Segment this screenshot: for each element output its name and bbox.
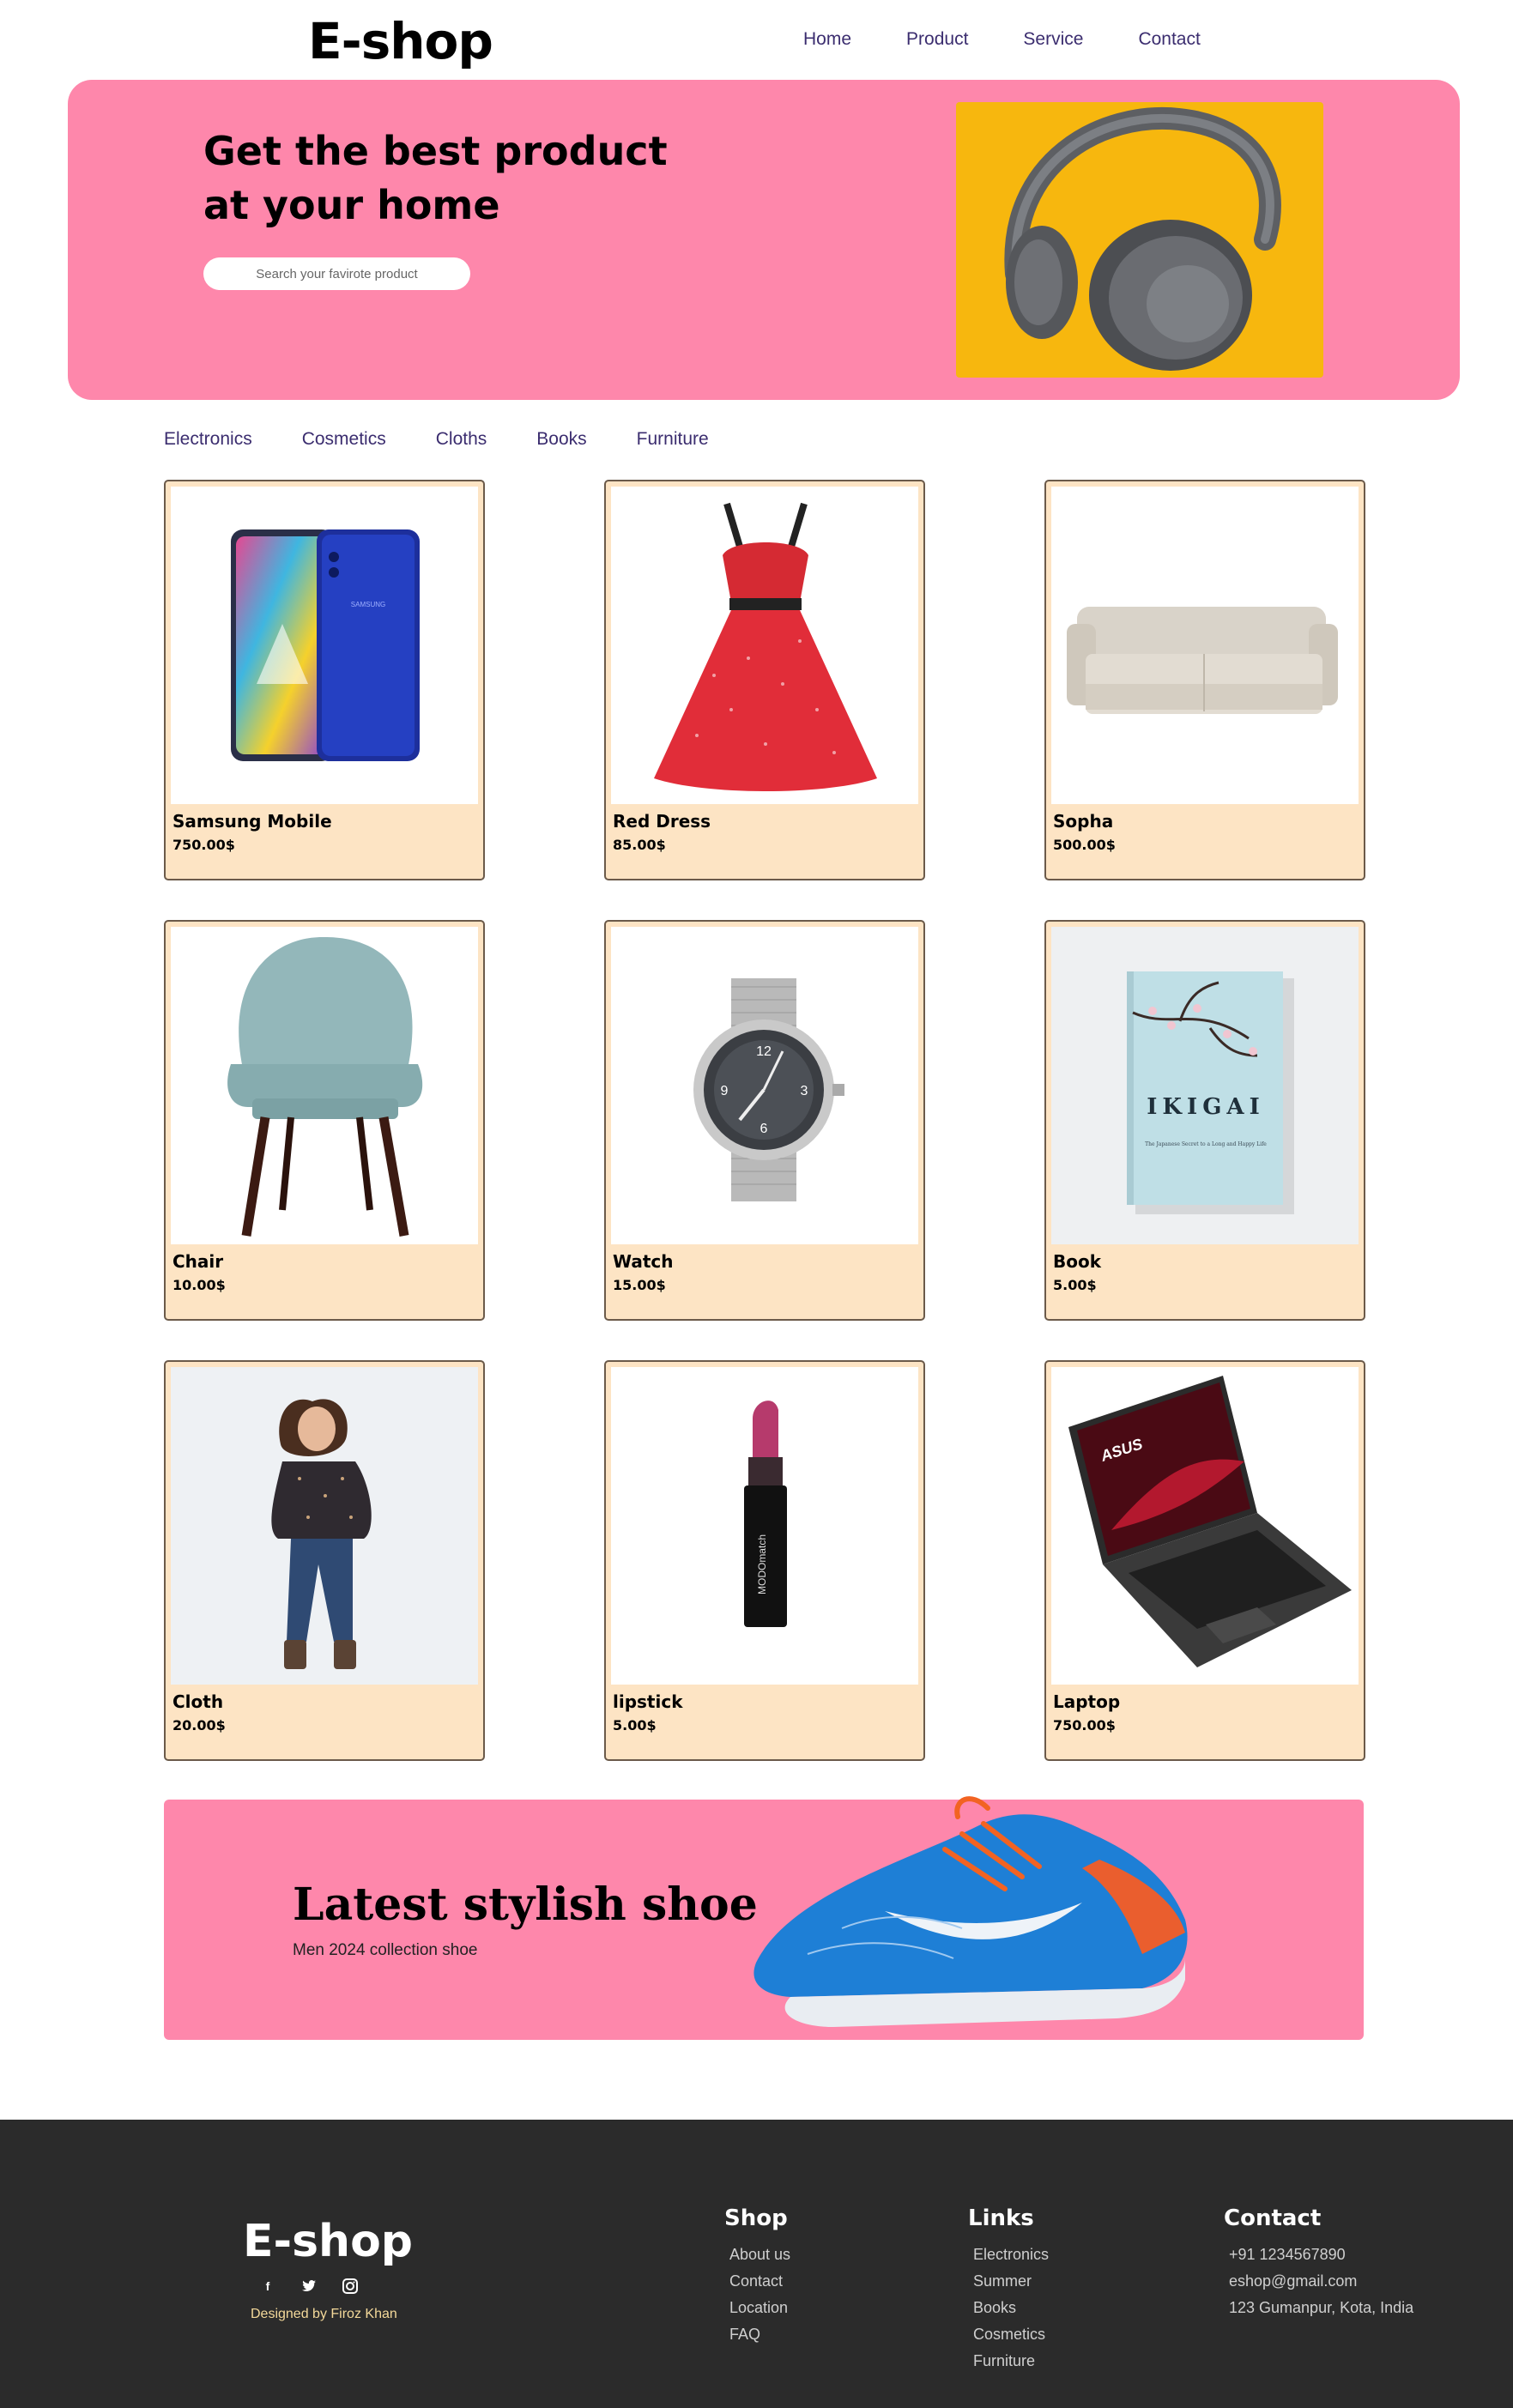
svg-text:9: 9 bbox=[721, 1084, 729, 1098]
nav-home[interactable]: Home bbox=[803, 29, 851, 50]
category-cloths[interactable]: Cloths bbox=[436, 429, 487, 450]
product-name: Samsung Mobile bbox=[172, 811, 332, 832]
footer-phone[interactable]: +91 1234567890 bbox=[1224, 2242, 1413, 2268]
search-input[interactable] bbox=[203, 257, 470, 290]
product-name: Cloth bbox=[172, 1691, 224, 1712]
sofa-image bbox=[1051, 487, 1359, 804]
footer-link-about[interactable]: About us bbox=[724, 2242, 790, 2268]
product-price: 500.00$ bbox=[1053, 837, 1116, 853]
phone-image: SAMSUNG bbox=[171, 487, 478, 804]
footer-link-summer[interactable]: Summer bbox=[968, 2268, 1049, 2295]
footer-link-furniture[interactable]: Furniture bbox=[968, 2348, 1049, 2375]
footer-link-electronics[interactable]: Electronics bbox=[968, 2242, 1049, 2268]
footer-contact-title: Contact bbox=[1224, 2205, 1322, 2231]
watch-image: 12 3 6 9 bbox=[611, 927, 918, 1244]
svg-text:MODOmatch: MODOmatch bbox=[756, 1534, 768, 1594]
footer-links-title: Links bbox=[968, 2205, 1034, 2231]
book-subtitle: The Japanese Secret to a Long and Happy … bbox=[1145, 1141, 1267, 1147]
svg-text:6: 6 bbox=[760, 1122, 768, 1136]
footer-link-faq[interactable]: FAQ bbox=[724, 2321, 790, 2348]
product-card[interactable]: MODOmatch lipstick 5.00$ bbox=[604, 1360, 925, 1761]
hero-banner: Get the best product at your home bbox=[68, 80, 1460, 400]
product-card[interactable]: ASUS Laptop 750.00$ bbox=[1044, 1360, 1365, 1761]
product-card[interactable]: 12 3 6 9 Watch 15.00$ bbox=[604, 920, 925, 1321]
dress-image bbox=[611, 487, 918, 804]
headphones-image bbox=[956, 102, 1323, 378]
product-card[interactable]: Cloth 20.00$ bbox=[164, 1360, 485, 1761]
footer-link-contact[interactable]: Contact bbox=[724, 2268, 790, 2295]
product-name: Red Dress bbox=[613, 811, 711, 832]
category-books[interactable]: Books bbox=[536, 429, 586, 450]
book-title: IKIGAI bbox=[1147, 1094, 1264, 1120]
shoe-promo-banner[interactable]: Latest stylish shoe Men 2024 collection … bbox=[164, 1796, 1364, 2040]
footer-email[interactable]: eshop@gmail.com bbox=[1224, 2268, 1413, 2295]
product-price: 5.00$ bbox=[1053, 1277, 1097, 1293]
product-name: Sopha bbox=[1053, 811, 1114, 832]
main-nav: Home Product Service Contact bbox=[803, 29, 1256, 50]
product-price: 15.00$ bbox=[613, 1277, 666, 1293]
category-tabs: Electronics Cosmetics Cloths Books Furni… bbox=[164, 429, 759, 450]
footer-link-cosmetics[interactable]: Cosmetics bbox=[968, 2321, 1049, 2348]
hero-title: Get the best product at your home bbox=[203, 128, 668, 228]
instagram-icon[interactable] bbox=[340, 2276, 360, 2296]
product-name: Watch bbox=[613, 1251, 674, 1272]
social-links: f bbox=[257, 2276, 360, 2296]
brand-logo[interactable]: E-shop bbox=[308, 12, 493, 70]
lipstick-image: MODOmatch bbox=[611, 1367, 918, 1685]
category-furniture[interactable]: Furniture bbox=[637, 429, 709, 450]
footer-contact-column: Contact +91 1234567890 eshop@gmail.com 1… bbox=[1224, 2205, 1413, 2321]
product-card[interactable]: Chair 10.00$ bbox=[164, 920, 485, 1321]
footer-links-column: Links Electronics Summer Books Cosmetics… bbox=[968, 2205, 1049, 2375]
product-card[interactable]: IKIGAI The Japanese Secret to a Long and… bbox=[1044, 920, 1365, 1321]
footer-link-books[interactable]: Books bbox=[968, 2295, 1049, 2321]
svg-text:SAMSUNG: SAMSUNG bbox=[351, 601, 385, 608]
product-card[interactable]: SAMSUNG Samsung Mobile 750.00$ bbox=[164, 480, 485, 880]
product-name: Chair bbox=[172, 1251, 224, 1272]
product-price: 750.00$ bbox=[1053, 1717, 1116, 1733]
book-image: IKIGAI The Japanese Secret to a Long and… bbox=[1051, 927, 1359, 1244]
svg-text:12: 12 bbox=[756, 1044, 772, 1059]
product-name: Laptop bbox=[1053, 1691, 1121, 1712]
footer-shop-title: Shop bbox=[724, 2205, 788, 2231]
product-name: Book bbox=[1053, 1251, 1102, 1272]
footer-brand[interactable]: E-shop bbox=[243, 2216, 413, 2267]
product-price: 10.00$ bbox=[172, 1277, 226, 1293]
footer-link-location[interactable]: Location bbox=[724, 2295, 790, 2321]
product-price: 85.00$ bbox=[613, 837, 666, 853]
facebook-icon[interactable]: f bbox=[257, 2276, 278, 2296]
product-card[interactable]: Red Dress 85.00$ bbox=[604, 480, 925, 880]
svg-text:3: 3 bbox=[801, 1084, 808, 1098]
promo-subtitle: Men 2024 collection shoe bbox=[293, 1941, 478, 1959]
product-price: 5.00$ bbox=[613, 1717, 657, 1733]
product-name: lipstick bbox=[613, 1691, 683, 1712]
nav-product[interactable]: Product bbox=[906, 29, 968, 50]
shoe-image bbox=[739, 1782, 1202, 2031]
product-card[interactable]: Sopha 500.00$ bbox=[1044, 480, 1365, 880]
category-electronics[interactable]: Electronics bbox=[164, 429, 252, 450]
footer-shop-column: Shop About us Contact Location FAQ bbox=[724, 2205, 790, 2348]
product-price: 20.00$ bbox=[172, 1717, 226, 1733]
category-cosmetics[interactable]: Cosmetics bbox=[302, 429, 386, 450]
nav-service[interactable]: Service bbox=[1023, 29, 1083, 50]
laptop-image: ASUS bbox=[1051, 1367, 1359, 1685]
nav-contact[interactable]: Contact bbox=[1138, 29, 1200, 50]
twitter-icon[interactable] bbox=[299, 2276, 319, 2296]
footer: E-shop f Designed by Firoz Khan Shop Abo… bbox=[0, 2120, 1513, 2408]
product-price: 750.00$ bbox=[172, 837, 235, 853]
woman-image bbox=[171, 1367, 478, 1685]
footer-address: 123 Gumanpur, Kota, India bbox=[1229, 2299, 1414, 2316]
chair-image bbox=[171, 927, 478, 1244]
designer-credit: Designed by Firoz Khan bbox=[251, 2307, 397, 2321]
promo-title: Latest stylish shoe bbox=[293, 1879, 758, 1931]
